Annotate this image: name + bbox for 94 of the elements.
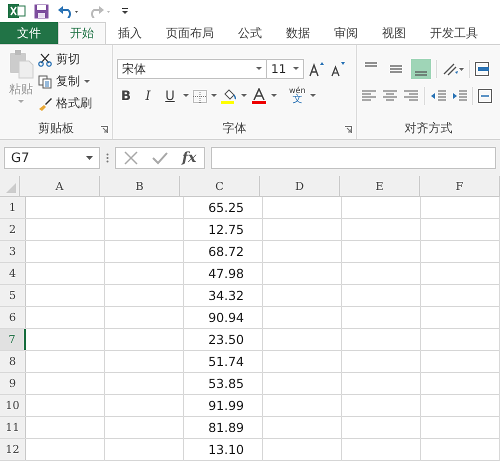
table-cell: 47.98 [184,263,263,284]
merge-cells-icon[interactable] [478,89,492,103]
table-cell: 81.89 [184,417,263,438]
row-header[interactable]: 5 [0,285,26,306]
group-label: 字体 [222,120,246,136]
fill-color-icon[interactable] [221,88,237,104]
row-header[interactable]: 7 [0,329,26,350]
save-icon[interactable] [34,4,49,18]
caret-icon [84,80,90,84]
caret-icon [293,67,299,71]
ribbon-tab[interactable]: 开发工具 [418,22,490,44]
caret-icon [271,94,277,98]
copy-icon [38,74,52,88]
row-header[interactable]: 10 [0,395,26,416]
ribbon-tab[interactable]: 审阅 [322,22,370,44]
checkmark-icon[interactable] [152,151,168,165]
caret-icon [256,67,262,71]
row-header[interactable]: 1 [0,197,26,218]
name-box[interactable]: G7 [4,147,100,169]
table-cell: 91.99 [184,395,263,416]
bold-button[interactable]: B [117,88,135,104]
row-header[interactable]: 12 [0,439,26,460]
italic-button[interactable]: I [139,88,157,104]
table-cell: 90.94 [184,307,263,328]
group-label: 对齐方式 [404,120,452,136]
font-name-field[interactable]: 宋体 [117,59,267,79]
caret-icon [241,94,247,98]
align-right-icon[interactable] [403,89,419,103]
column-header[interactable]: A [20,176,100,196]
brush-icon [38,96,52,110]
column-header[interactable]: C [180,176,260,196]
increase-indent-icon[interactable] [451,89,467,103]
caret-icon [86,156,93,160]
align-center-icon[interactable] [382,89,398,103]
orientation-icon[interactable] [442,62,464,76]
align-left-icon[interactable] [361,89,377,103]
caret-icon [211,94,217,98]
table-cell: 13.10 [184,439,263,460]
ribbon-tab[interactable]: 页面布局 [154,22,226,44]
customize-icon[interactable] [121,6,129,16]
table-cell: 68.72 [184,241,263,262]
formula-bar-field[interactable] [211,147,496,169]
excel-logo-icon[interactable] [8,3,26,19]
undo-icon[interactable] [57,4,81,18]
clipboard-icon [8,49,34,79]
row-header[interactable]: 8 [0,351,26,372]
font-size-field[interactable]: 11 [266,59,304,79]
redo-icon [89,4,113,18]
caret-icon [18,100,24,104]
column-header[interactable]: F [420,176,500,196]
grip-icon [106,153,109,163]
wrap-text-icon[interactable] [475,62,489,76]
column-header[interactable]: D [260,176,340,196]
caret-icon [310,94,316,98]
table-cell: 51.74 [184,351,263,372]
row-header[interactable]: 9 [0,373,26,394]
ribbon-tab[interactable]: 插入 [106,22,154,44]
ribbon-tab[interactable]: 数据 [274,22,322,44]
ribbon-tab[interactable]: 公式 [226,22,274,44]
row-header[interactable]: 6 [0,307,26,328]
grow-font-icon[interactable] [309,61,325,77]
align-lines-icon [365,62,377,67]
table-cell: 34.32 [184,285,263,306]
format-painter-button[interactable]: 格式刷 [38,95,92,112]
copy-button[interactable]: 复制 [38,73,92,90]
bottom-align-button[interactable] [411,59,431,79]
cut-button[interactable]: 剪切 [38,51,92,68]
table-cell: 53.85 [184,373,263,394]
ribbon-tab[interactable]: 视图 [370,22,418,44]
ribbon-tab[interactable]: 开始 [58,22,106,44]
font-color-icon[interactable] [251,88,267,104]
column-header[interactable]: B [100,176,180,196]
column-header[interactable]: E [340,176,420,196]
decrease-indent-icon[interactable] [430,89,446,103]
file-tab[interactable]: 文件 [0,22,58,44]
dialog-launcher-icon[interactable] [101,126,108,133]
scissors-icon [38,52,52,66]
borders-icon[interactable] [193,90,207,102]
caret-icon [183,94,189,98]
shrink-font-icon[interactable] [330,61,346,77]
row-header[interactable]: 3 [0,241,26,262]
table-cell: 12.75 [184,219,263,240]
align-lines-icon [415,71,427,76]
row-header[interactable]: 11 [0,417,26,438]
group-label: 剪贴板 [38,120,74,136]
dialog-launcher-icon[interactable] [345,126,352,133]
row-header[interactable]: 2 [0,219,26,240]
underline-button[interactable]: U [161,88,179,104]
row-header[interactable]: 4 [0,263,26,284]
align-lines-icon [390,65,402,73]
table-cell: 65.25 [184,197,263,218]
insert-function-button[interactable]: fx [182,150,196,166]
table-cell: 23.50 [184,329,263,350]
phonetic-button[interactable]: wén 文 [289,87,306,105]
